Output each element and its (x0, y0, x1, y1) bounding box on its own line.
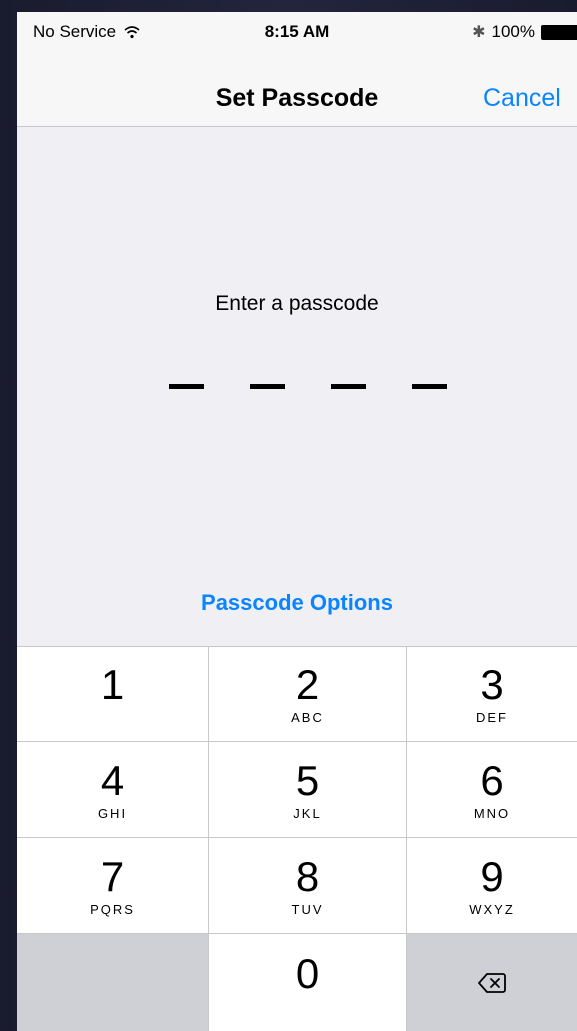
delete-button[interactable] (407, 934, 577, 1031)
key-blank (17, 934, 208, 1031)
numeric-keypad: 1 2 ABC 3 DEF 4 GHI 5 JKL 6 MNO 7 PQRS 8… (17, 646, 577, 1031)
key-4[interactable]: 4 GHI (17, 742, 208, 837)
navigation-bar: Set Passcode Cancel (17, 52, 577, 127)
passcode-digit-slot (250, 384, 285, 389)
bluetooth-icon: ✱ (472, 24, 486, 41)
passcode-digit-slot (412, 384, 447, 389)
key-letters: MNO (473, 805, 511, 821)
backspace-icon (478, 972, 506, 993)
key-number: 1 (100, 661, 125, 708)
key-letters: TUV (291, 901, 324, 917)
battery-icon (541, 24, 577, 40)
key-letters: WXYZ (469, 901, 515, 917)
key-number: 4 (100, 756, 125, 804)
key-number: 5 (295, 756, 320, 804)
phone-screen: No Service 8:15 AM ✱ 100% Set Passcode C… (17, 12, 577, 1031)
key-6[interactable]: 6 MNO (407, 742, 577, 837)
key-letters: ABC (291, 710, 324, 725)
key-number: 8 (295, 852, 320, 900)
key-number: 2 (295, 661, 320, 708)
key-7[interactable]: 7 PQRS (17, 838, 208, 933)
key-letters: PQRS (90, 901, 135, 917)
key-8[interactable]: 8 TUV (209, 838, 406, 933)
key-letters: JKL (293, 805, 322, 821)
key-3[interactable]: 3 DEF (407, 647, 577, 741)
passcode-entry-field[interactable] (169, 384, 449, 390)
key-number: 9 (480, 852, 504, 900)
key-0[interactable]: 0 (209, 934, 406, 1031)
key-number: 0 (295, 949, 320, 997)
passcode-prompt: Enter a passcode (215, 292, 379, 315)
passcode-digit-slot (331, 384, 366, 389)
key-number: 3 (480, 661, 504, 708)
cancel-button[interactable]: Cancel (483, 84, 561, 113)
key-letters: DEF (476, 710, 508, 725)
battery-percent: 100% (491, 22, 535, 41)
key-5[interactable]: 5 JKL (209, 742, 406, 837)
key-number: 7 (100, 852, 125, 900)
key-letters: GHI (97, 805, 128, 821)
status-right: ✱ 100% (472, 22, 577, 42)
passcode-digit-slot (169, 384, 204, 389)
key-2[interactable]: 2 ABC (209, 647, 406, 741)
key-number: 6 (480, 756, 504, 804)
key-9[interactable]: 9 WXYZ (407, 838, 577, 933)
status-bar: No Service 8:15 AM ✱ 100% (17, 12, 577, 52)
key-1[interactable]: 1 (17, 647, 208, 741)
passcode-options-button[interactable]: Passcode Options (17, 590, 577, 616)
